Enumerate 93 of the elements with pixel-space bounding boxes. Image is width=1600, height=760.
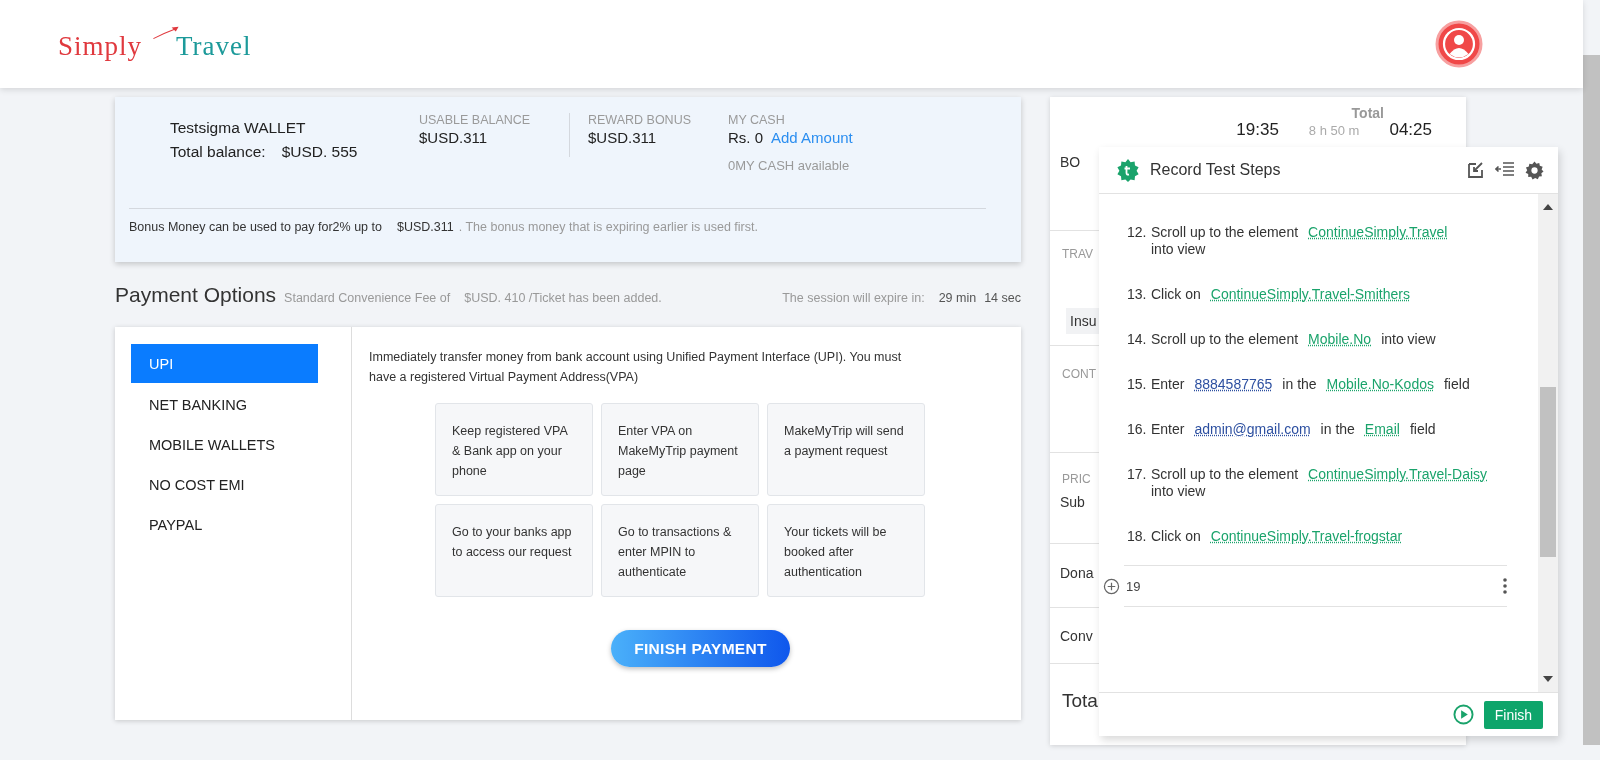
balance-value: $USD.311 — [419, 129, 488, 146]
element-link[interactable]: ContinueSimply.Travel-Smithers — [1210, 286, 1410, 303]
logo-text[interactable]: Travel — [176, 31, 252, 62]
play-icon[interactable] — [1453, 704, 1474, 725]
step-number: 13. — [1127, 286, 1147, 303]
step-text: Click on — [1151, 286, 1201, 303]
arrival-time: 04:25 — [1389, 121, 1432, 139]
balance-label: REWARD BONUS — [588, 113, 692, 127]
bonus-note: Bonus Money can be used to pay for2% up to — [129, 220, 382, 234]
element-link[interactable]: Mobile.No-Kodos — [1326, 376, 1434, 393]
summary-label: Conv — [1060, 628, 1093, 644]
step-number: 14. — [1127, 331, 1147, 348]
total-balance-label: Total balance: — [170, 143, 266, 161]
summary-label: PRIC — [1062, 472, 1091, 486]
element-link[interactable]: Mobile.No — [1308, 331, 1372, 348]
edit-icon[interactable] — [1467, 161, 1485, 179]
instruction-card: Go to your banks app to access our request — [435, 504, 593, 597]
instruction-card: Go to transactions & enter MPIN to authenticate — [601, 504, 759, 597]
balance-label: MY CASH — [728, 113, 786, 127]
step-text: Scroll up to the element — [1151, 224, 1299, 241]
add-amount-link[interactable]: Add Amount — [771, 129, 853, 146]
step-text: field — [1409, 421, 1436, 438]
payment-method-tab[interactable]: MOBILE WALLETS — [131, 427, 318, 463]
duration-text: 8 h 50 m — [1308, 122, 1360, 140]
wallet-title: Testsigma WALLET — [170, 119, 307, 137]
user-avatar-icon[interactable] — [1435, 20, 1483, 68]
upi-description: Immediately transfer money from bank account using Unified Payment Interface (UPI). You must have a registered Virtual Payment Address(VPA) — [369, 349, 903, 386]
step-text: into view — [1381, 331, 1436, 348]
scroll-up-icon[interactable] — [1543, 204, 1553, 210]
balance-value: $USD.311 — [588, 129, 657, 146]
element-link[interactable]: Email — [1364, 421, 1400, 438]
panel-title: Record Test Steps — [1150, 161, 1281, 179]
more-icon[interactable] — [1503, 578, 1507, 594]
finish-button[interactable]: Finish — [1484, 700, 1543, 729]
payment-method-tab[interactable]: NO COST EMI — [131, 467, 318, 503]
summary-label: Tota — [1062, 690, 1098, 712]
payment-method-tab[interactable]: PAYPAL — [131, 507, 318, 543]
payment-method-tab[interactable]: UPI — [131, 344, 318, 383]
instruction-card: Keep registered VPA & Bank app on your phone — [435, 403, 593, 496]
cash-note: 0MY CASH available — [728, 158, 851, 173]
balance-label: USABLE BALANCE — [419, 113, 532, 127]
summary-label: Insu — [1066, 308, 1101, 334]
balance-value: Rs. 0 — [728, 129, 763, 146]
data-link[interactable]: admin@gmail.com — [1194, 421, 1311, 438]
section-title: Payment Options — [115, 283, 277, 307]
session-minutes: 29 min — [938, 291, 977, 305]
settings-icon[interactable] — [1525, 160, 1544, 180]
session-seconds: 14 sec — [984, 291, 1021, 305]
badge-icon — [1116, 158, 1140, 182]
step-text: in the — [1320, 421, 1355, 438]
departure-time: 19:35 — [1236, 121, 1279, 139]
data-link[interactable]: 8884587765 — [1194, 376, 1273, 393]
element-link[interactable]: ContinueSimply.Travel-frogstar — [1210, 528, 1403, 545]
element-link[interactable]: ContinueSimply.Travel — [1308, 224, 1448, 241]
step-text: Scroll up to the element — [1151, 331, 1299, 348]
step-text: into view — [1151, 241, 1206, 258]
summary-label: Sub — [1060, 494, 1085, 510]
payment-method-tab[interactable]: NET BANKING — [131, 387, 318, 423]
logo-text[interactable]: Simply — [58, 31, 143, 62]
bonus-note: . The bonus money that is expiring earlier is used first. — [458, 220, 758, 234]
scrollbar[interactable] — [1538, 194, 1558, 692]
element-link[interactable]: ContinueSimply.Travel-Daisy — [1308, 466, 1488, 483]
summary-label: TRAV — [1062, 247, 1094, 261]
step-text: Click on — [1151, 528, 1201, 545]
step-text: in the — [1282, 376, 1317, 393]
step-number: 17. — [1127, 466, 1147, 484]
list-icon[interactable] — [1495, 161, 1515, 179]
step-number: 12. — [1127, 224, 1147, 242]
add-icon[interactable] — [1103, 577, 1120, 595]
instruction-card: Your tickets will be booked after authentication — [767, 504, 925, 597]
step-text: into view — [1151, 483, 1206, 500]
step-text: Enter — [1151, 376, 1185, 393]
summary-label: Dona — [1060, 565, 1094, 581]
fee-label: Standard Convenience Fee of — [284, 291, 451, 305]
scrollbar[interactable] — [1583, 55, 1600, 745]
session-label: The session will expire in: — [782, 291, 925, 305]
scroll-down-icon[interactable] — [1543, 676, 1553, 682]
step-number: 19 — [1125, 578, 1141, 594]
instruction-card: MakeMyTrip will send a payment request — [767, 403, 925, 496]
step-number: 15. — [1127, 376, 1147, 393]
fee-value: $USD. 410 /Ticket has been added. — [464, 291, 662, 305]
total-heading: Total — [1351, 105, 1384, 121]
step-text: field — [1444, 376, 1470, 393]
finish-payment-button[interactable]: FINISH PAYMENT — [611, 630, 790, 667]
bonus-amount: $USD.311 — [396, 220, 454, 234]
total-balance-value: $USD. 555 — [281, 143, 358, 161]
step-number: 18. — [1127, 528, 1147, 545]
step-text: Enter — [1151, 421, 1185, 438]
summary-label: BO — [1060, 154, 1081, 170]
step-number: 16. — [1127, 421, 1147, 438]
summary-label: CONT — [1062, 367, 1096, 381]
step-text: Scroll up to the element — [1151, 466, 1299, 483]
instruction-card: Enter VPA on MakeMyTrip payment page — [601, 403, 759, 496]
